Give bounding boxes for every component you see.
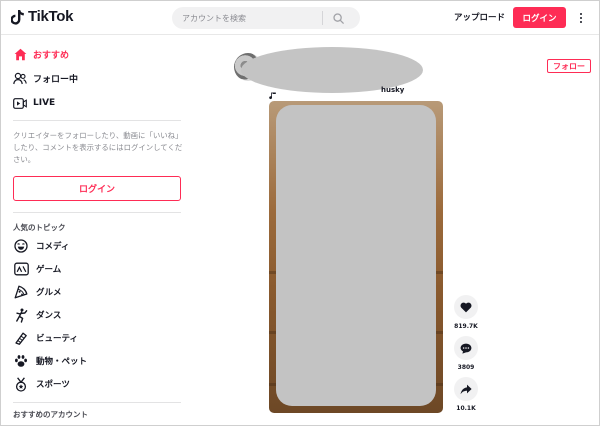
sidebar-item-label: LIVE [33, 98, 56, 108]
topic-label: ビューティ [36, 334, 78, 344]
share-action[interactable]: 10.1K [453, 377, 479, 412]
topic-food[interactable]: グルメ [13, 284, 62, 300]
home-icon [13, 47, 27, 61]
sidebar-item-for-you[interactable]: おすすめ [13, 47, 69, 61]
comment-icon [460, 339, 472, 358]
like-button[interactable] [454, 295, 478, 319]
music-note-icon [269, 85, 277, 100]
comment-action[interactable]: 3809 [453, 336, 479, 371]
sidebar-item-label: おすすめ [33, 50, 70, 61]
comment-button[interactable] [454, 336, 478, 360]
animals-icon [13, 353, 29, 369]
sidebar: おすすめ フォロー中 LIVE クリエイターをフォローしたり、動画に「いいね」し… [1, 36, 191, 425]
dance-icon [13, 307, 29, 323]
share-button[interactable] [454, 377, 478, 401]
sidebar-divider [13, 402, 181, 403]
sports-icon [13, 376, 29, 392]
topic-label: スポーツ [36, 380, 70, 390]
search-bar [172, 7, 360, 29]
like-count: 819.7K [454, 323, 478, 330]
follow-button[interactable]: フォロー [547, 59, 591, 73]
tiktok-logo[interactable]: TikTok [10, 8, 74, 25]
topic-label: 動物・ペット [36, 357, 88, 367]
topic-label: コメディ [36, 242, 70, 252]
topic-animals[interactable]: 動物・ペット [13, 353, 87, 369]
topic-label: ゲーム [36, 265, 62, 275]
following-icon [13, 71, 27, 85]
search-button[interactable] [323, 7, 353, 29]
video-player[interactable] [269, 101, 443, 413]
login-button-header[interactable]: ログイン [513, 7, 566, 28]
search-icon [332, 9, 344, 28]
sidebar-item-label: フォロー中 [33, 74, 79, 85]
search-input[interactable] [172, 8, 322, 28]
share-count: 10.1K [456, 405, 476, 412]
topic-dance[interactable]: ダンス [13, 307, 61, 323]
upload-link[interactable]: アップロード [454, 11, 505, 23]
logo-text: TikTok [28, 8, 74, 25]
topic-label: ダンス [36, 311, 62, 321]
heart-icon [460, 298, 472, 317]
video-caption: husky [381, 86, 405, 94]
sidebar-divider [13, 120, 181, 121]
share-arrow-icon [460, 380, 472, 399]
login-prompt-text: クリエイターをフォローしたり、動画に「いいね」したり、コメントを表示するにはログ… [13, 131, 183, 164]
sidebar-item-following[interactable]: フォロー中 [13, 71, 78, 85]
beauty-icon [13, 330, 29, 346]
top-header: TikTok アップロード ログイン [1, 1, 599, 35]
topic-comedy[interactable]: コメディ [13, 238, 69, 254]
tiktok-window: TikTok アップロード ログイン おすすめ [0, 0, 600, 426]
more-menu-icon[interactable] [577, 10, 585, 26]
topic-gaming[interactable]: ゲーム [13, 261, 61, 277]
sidebar-item-live[interactable]: LIVE [13, 96, 55, 110]
sidebar-divider [13, 212, 181, 213]
food-icon [13, 284, 29, 300]
tiktok-note-icon [10, 9, 25, 25]
topic-beauty[interactable]: ビューティ [13, 330, 78, 346]
comedy-icon [13, 238, 29, 254]
login-button-sidebar[interactable]: ログイン [13, 176, 181, 201]
live-icon [13, 96, 27, 110]
comment-count: 3809 [457, 364, 475, 371]
like-action[interactable]: 819.7K [453, 295, 479, 330]
topic-sports[interactable]: スポーツ [13, 376, 70, 392]
topic-label: グルメ [36, 288, 62, 298]
redacted-video-content [276, 105, 436, 406]
topics-heading: 人気のトピック [13, 223, 66, 232]
recommended-accounts-heading: おすすめのアカウント [13, 410, 88, 419]
gaming-icon [13, 261, 29, 277]
